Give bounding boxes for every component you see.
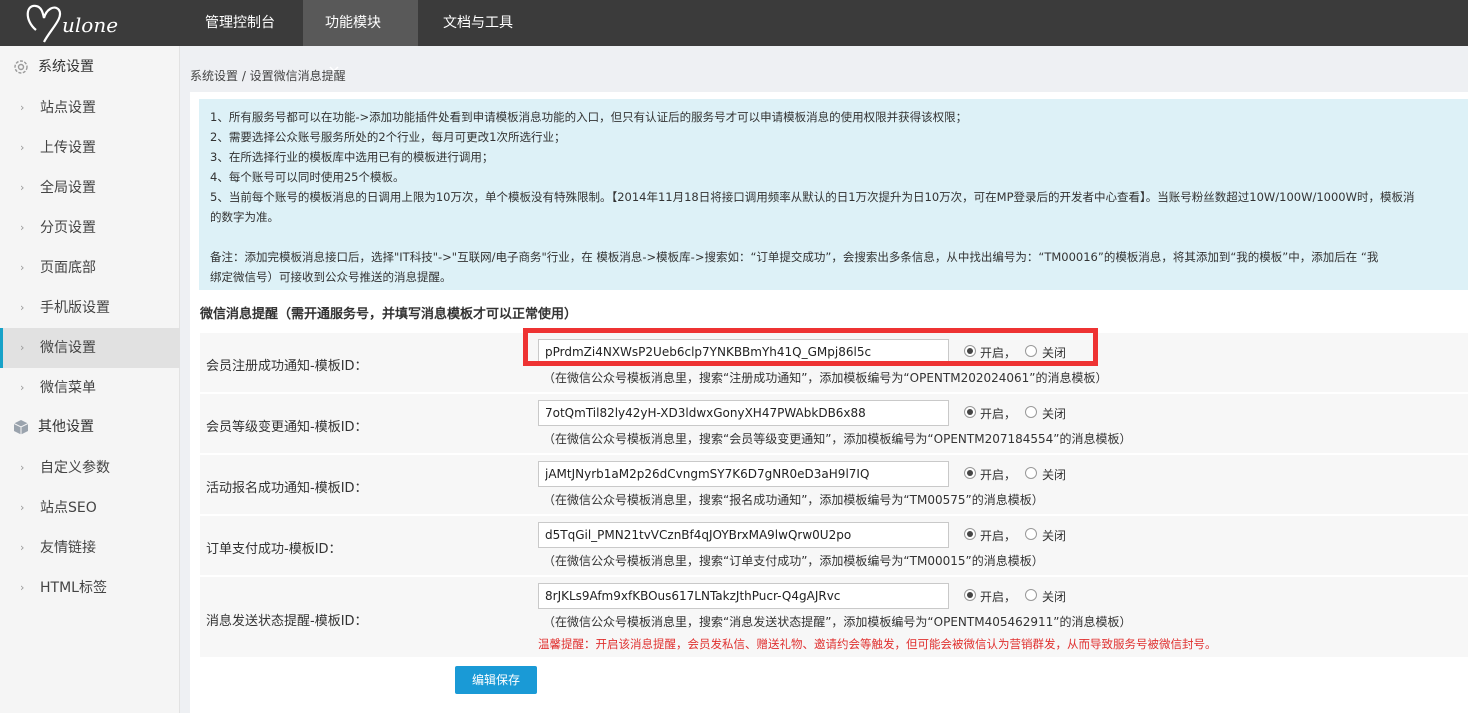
sidebar-item-upload[interactable]: › 上传设置	[0, 128, 180, 168]
chevron-right-icon: ›	[20, 541, 25, 554]
sidebar-item-label: 手机版设置	[40, 300, 110, 316]
chevron-right-icon: ›	[20, 341, 25, 354]
chevron-right-icon: ›	[20, 501, 25, 514]
chevron-right-icon: ›	[20, 221, 25, 234]
notice-line: 4、每个账号可以同时使用25个模板。	[210, 170, 405, 184]
field-label-level: 会员等级变更通知-模板ID：	[206, 420, 368, 435]
chevron-right-icon: ›	[20, 581, 25, 594]
radio-enable-label: 开启，	[980, 590, 1017, 604]
radio-enable-level[interactable]	[964, 406, 976, 418]
field-label-signup: 活动报名成功通知-模板ID：	[206, 481, 368, 496]
sidebar-item-mobile[interactable]: › 手机版设置	[0, 288, 180, 328]
chevron-right-icon: ›	[20, 261, 25, 274]
radio-disable-msg-status[interactable]	[1025, 589, 1037, 601]
radio-enable-msg-status[interactable]	[964, 589, 976, 601]
field-hint: （在微信公众号模板消息里，搜索“订单支付成功”，添加模板编号为“TM00015”…	[543, 554, 1044, 568]
notice-line: 5、当前每个账号的模板消息的日调用上限为10万次，单个模板没有特殊限制。【201…	[210, 190, 1415, 204]
section-title: 微信消息提醒（需开通服务号，并填写消息模板才可以正常使用）	[200, 307, 578, 322]
template-id-input-signup[interactable]	[538, 461, 949, 487]
chevron-right-icon: ›	[20, 181, 25, 194]
svg-text:ulone: ulone	[62, 13, 118, 37]
notice-line: 的数字为准。	[210, 210, 279, 224]
top-nav-bar: ulone 管理控制台 功能模块 文档与工具	[0, 0, 1468, 73]
sidebar-item-label: 友情链接	[40, 540, 96, 556]
template-id-input-level[interactable]	[538, 400, 949, 426]
chevron-right-icon: ›	[20, 301, 25, 314]
chevron-right-icon: ›	[20, 101, 25, 114]
notice-line: 2、需要选择公众账号服务所处的2个行业，每月可更改1次所选行业；	[210, 130, 566, 144]
sidebar-item-label: 上传设置	[40, 140, 96, 156]
sidebar-item-label: 微信菜单	[40, 380, 96, 396]
radio-disable-payment[interactable]	[1025, 528, 1037, 540]
chevron-right-icon: ›	[20, 381, 25, 394]
sidebar-item-paging[interactable]: › 分页设置	[0, 208, 180, 248]
field-hint: （在微信公众号模板消息里，搜索“注册成功通知”，添加模板编号为“OPENTM20…	[543, 371, 1108, 385]
info-notice: 1、所有服务号都可以在功能->添加功能插件处看到申请模板消息功能的入口，但只有认…	[199, 99, 1468, 290]
sidebar-group-label: 系统设置	[38, 59, 94, 75]
radio-enable-payment[interactable]	[964, 528, 976, 540]
radio-disable-signup[interactable]	[1025, 467, 1037, 479]
radio-enable-label: 开启，	[980, 407, 1017, 421]
radio-disable-level[interactable]	[1025, 406, 1037, 418]
sidebar-item-wechat-menu[interactable]: › 微信菜单	[0, 368, 180, 408]
highlight-box	[523, 328, 1098, 366]
site-logo[interactable]: ulone	[22, 0, 152, 46]
sidebar-item-html-tags[interactable]: › HTML标签	[0, 568, 180, 608]
sidebar-item-site[interactable]: › 站点设置	[0, 88, 180, 128]
sidebar-item-label: HTML标签	[40, 580, 107, 596]
sidebar-item-label: 站点设置	[40, 100, 96, 116]
cube-icon	[13, 420, 29, 435]
warning-text: 温馨提醒：开启该消息提醒，会员发私信、赠送礼物、邀请约会等触发，但可能会被微信认…	[538, 637, 1217, 651]
sidebar-item-footer[interactable]: › 页面底部	[0, 248, 180, 288]
field-hint: （在微信公众号模板消息里，搜索“报名成功通知”，添加模板编号为“TM00575”…	[543, 493, 1044, 507]
sidebar-item-label: 页面底部	[40, 260, 96, 276]
nav-modules[interactable]: 功能模块	[303, 0, 418, 73]
breadcrumb: 系统设置 / 设置微信消息提醒	[190, 69, 346, 83]
template-id-input-msg-status[interactable]	[538, 583, 949, 609]
nav-dashboard[interactable]: 管理控制台	[183, 0, 297, 46]
sidebar-item-links[interactable]: › 友情链接	[0, 528, 180, 568]
chevron-right-icon: ›	[20, 461, 25, 474]
chevron-right-icon: ›	[20, 141, 25, 154]
template-id-input-payment[interactable]	[538, 522, 949, 548]
notice-line: 备注：添加完模板消息接口后，选择"IT科技"->"互联网/电子商务"行业，在 模…	[210, 250, 1379, 264]
sidebar-group-other[interactable]: 其他设置	[0, 407, 180, 447]
radio-disable-label: 关闭	[1042, 590, 1067, 604]
sidebar-item-custom-params[interactable]: › 自定义参数	[0, 448, 180, 488]
notice-line: 3、在所选择行业的模板库中选用已有的模板进行调用；	[210, 150, 494, 164]
sidebar-item-label: 分页设置	[40, 220, 96, 236]
notice-line: 绑定微信号）可接收到公众号推送的消息提醒。	[210, 270, 452, 284]
radio-enable-signup[interactable]	[964, 467, 976, 479]
sidebar-item-label: 自定义参数	[40, 460, 110, 476]
sidebar-item-global[interactable]: › 全局设置	[0, 168, 180, 208]
radio-disable-label: 关闭	[1042, 529, 1067, 543]
field-hint: （在微信公众号模板消息里，搜索“消息发送状态提醒”，添加模板编号为“OPENTM…	[543, 615, 1132, 629]
radio-disable-label: 关闭	[1042, 407, 1067, 421]
field-label-register: 会员注册成功通知-模板ID：	[206, 359, 368, 374]
notice-line: 1、所有服务号都可以在功能->添加功能插件处看到申请模板消息功能的入口，但只有认…	[210, 110, 968, 124]
nav-docs-tools[interactable]: 文档与工具	[421, 0, 535, 46]
save-button[interactable]: 编辑保存	[455, 666, 537, 694]
field-label-payment: 订单支付成功-模板ID：	[206, 542, 342, 557]
nav-modules-label: 功能模块	[325, 15, 381, 31]
radio-enable-label: 开启，	[980, 468, 1017, 482]
sidebar-item-label: 站点SEO	[40, 500, 97, 516]
gear-icon	[14, 60, 28, 74]
field-label-msg-status: 消息发送状态提醒-模板ID：	[206, 614, 368, 629]
sidebar-group-system[interactable]: 系统设置	[0, 47, 180, 87]
radio-enable-label: 开启，	[980, 529, 1017, 543]
sidebar-group-label: 其他设置	[38, 419, 94, 435]
sidebar-item-label: 微信设置	[40, 340, 96, 356]
field-hint: （在微信公众号模板消息里，搜索“会员等级变更通知”，添加模板编号为“OPENTM…	[543, 432, 1132, 446]
sidebar-item-seo[interactable]: › 站点SEO	[0, 488, 180, 528]
radio-disable-label: 关闭	[1042, 468, 1067, 482]
sidebar-item-wechat[interactable]: › 微信设置	[0, 328, 180, 368]
sidebar-item-label: 全局设置	[40, 180, 96, 196]
